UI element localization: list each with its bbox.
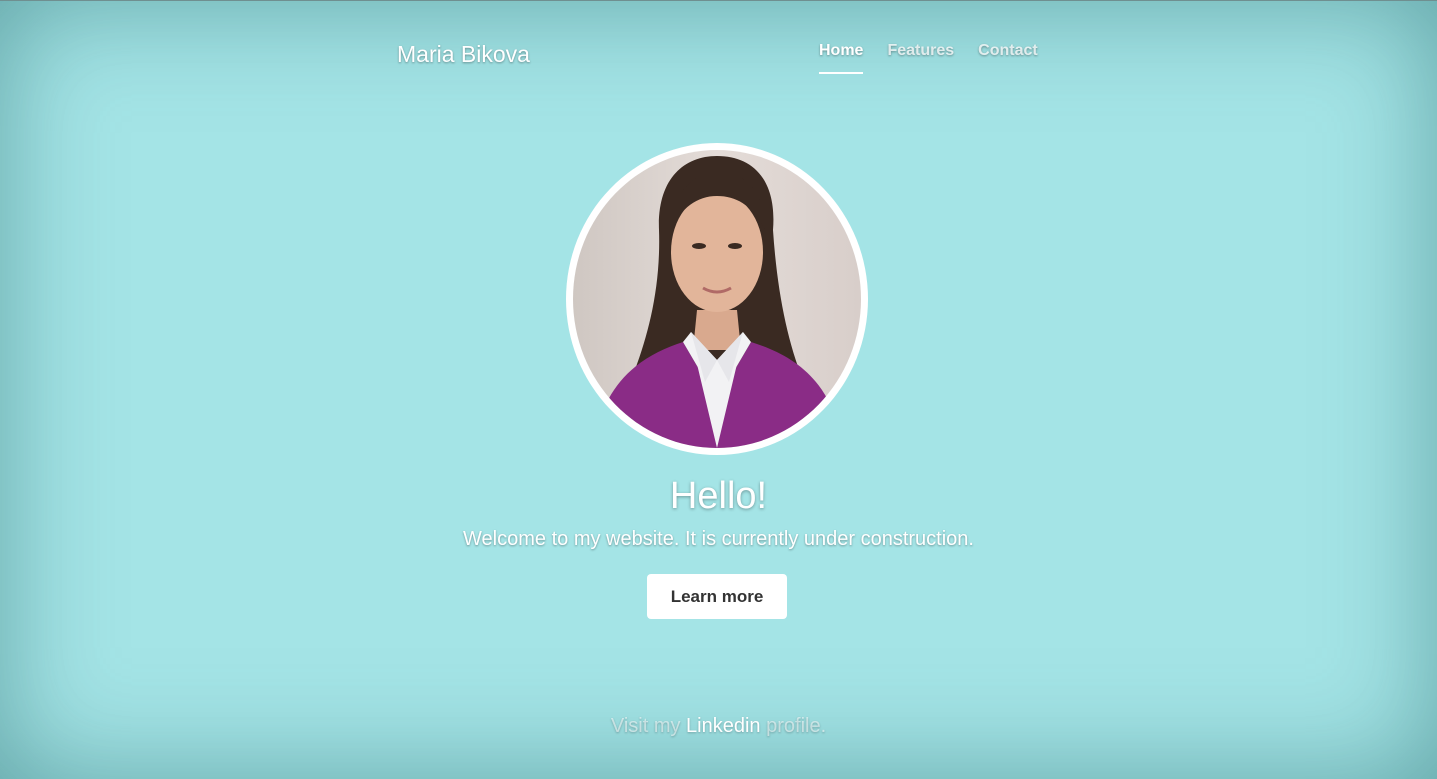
linkedin-link[interactable]: Linkedin (686, 715, 761, 737)
nav-features[interactable]: Features (887, 40, 954, 74)
nav-home[interactable]: Home (819, 40, 864, 74)
nav-contact[interactable]: Contact (978, 40, 1038, 74)
hero-title: Hello! (669, 475, 768, 517)
site-brand[interactable]: Maria Bikova (397, 40, 530, 68)
main-nav: Home Features Contact (819, 40, 1038, 74)
footer-prefix: Visit my (610, 715, 681, 737)
learn-more-button[interactable]: Learn more (647, 574, 787, 619)
profile-photo (566, 143, 868, 455)
footer-text: Visit my Linkedin profile. (0, 713, 1437, 739)
profile-photo-image (573, 150, 861, 448)
footer-suffix: profile. (766, 715, 827, 737)
hero-subtitle: Welcome to my website. It is currently u… (463, 528, 974, 550)
